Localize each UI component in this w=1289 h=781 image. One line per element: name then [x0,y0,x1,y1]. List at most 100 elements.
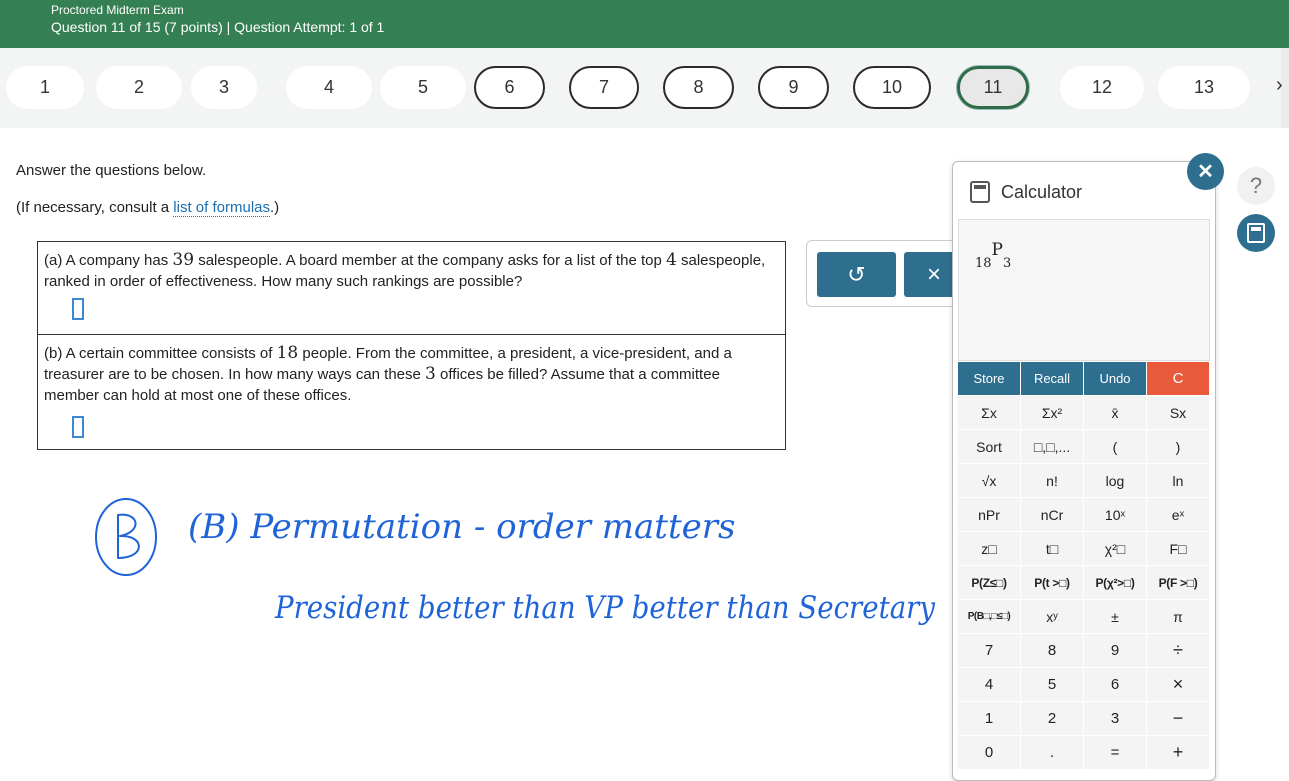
calculator-key[interactable]: n! [1021,464,1084,498]
instructions: Answer the questions below. [16,162,207,179]
calculator-key-row: Sort □,□,...() [958,430,1210,464]
close-calculator-button[interactable]: ✕ [1187,153,1224,190]
calculator-key[interactable]: Sx [1147,396,1210,430]
question-nav-button[interactable]: 4 [286,66,372,109]
calculator-key-row: 4 5 6 × [958,668,1210,702]
calculator-key[interactable]: 7 [958,634,1021,668]
calculator-key[interactable]: Undo [1084,362,1147,396]
calculator-key[interactable]: Σx² [1021,396,1084,430]
help-button[interactable]: ? [1237,167,1275,205]
calculator-key[interactable]: × [1147,668,1210,702]
calculator-key[interactable]: ( [1084,430,1147,464]
calculator-key[interactable]: x̄ [1084,396,1147,430]
question-nav-button[interactable]: 11 [957,66,1029,109]
calculator-key[interactable]: Sort [958,430,1021,464]
question-nav-button[interactable]: 9 [758,66,829,109]
calculator-key-row: z□ t□ χ²□ F□ [958,532,1210,566]
question-nav-button[interactable]: 10 [853,66,931,109]
calculator-key[interactable]: = [1084,736,1147,770]
question-nav-button[interactable]: 1 [6,66,84,109]
calculator-key[interactable]: 8 [1021,634,1084,668]
calculator-key[interactable]: xʸ [1021,600,1084,634]
calculator-key[interactable]: P(F >□) [1147,566,1210,600]
calculator-key-row: 7 8 9 ÷ [958,634,1210,668]
question-nav-button[interactable]: 8 [663,66,734,109]
calculator-toggle-button[interactable] [1237,214,1275,252]
calculator-key[interactable]: 5 [1021,668,1084,702]
calculator-key[interactable]: ) [1147,430,1210,464]
formulas-link[interactable]: list of formulas [173,199,270,217]
question-info: Question 11 of 15 (7 points) | Question … [51,19,385,35]
calculator-key[interactable]: □,□,... [1021,430,1084,464]
handwriting-line-2: President better than VP better than Sec… [274,590,935,626]
calculator-key[interactable]: log [1084,464,1147,498]
calculator-display: 18P3 [958,219,1210,361]
part-b-text: (b) A certain committee consists of 18 p… [44,343,732,404]
calculator-key[interactable]: . [1021,736,1084,770]
calculator-key-row: nPr nCr 10ˣ eˣ [958,498,1210,532]
calculator-icon [1247,223,1265,243]
calculator-key[interactable]: P(B□,□≤□) [958,600,1021,634]
display-expression: 18P3 [975,240,1012,271]
calculator-key[interactable]: z□ [958,532,1021,566]
question-part-a: (a) A company has 39 salespeople. A boar… [37,241,786,335]
calculator-key[interactable]: P(Z≤□) [958,566,1021,600]
close-icon: × [926,260,941,288]
calculator-title: Calculator [1001,182,1083,202]
calculator-key[interactable]: 0 [958,736,1021,770]
calculator-key[interactable]: F□ [1147,532,1210,566]
calculator-key[interactable]: Store [958,362,1021,396]
calculator-keypad: Store Recall Undo C Σx Σx² x̄ Sx Sort □,□,...() √x… [958,362,1210,770]
calculator-key[interactable]: 6 [1084,668,1147,702]
question-part-b: (b) A certain committee consists of 18 p… [37,334,786,450]
calculator-key[interactable]: ÷ [1147,634,1210,668]
calculator-key[interactable]: Recall [1021,362,1084,396]
calculator-key[interactable]: P(t >□) [1021,566,1084,600]
calculator-key[interactable]: ln [1147,464,1210,498]
calculator-key[interactable]: t□ [1021,532,1084,566]
undo-button[interactable]: ↺ [817,252,896,297]
calculator-key[interactable]: 2 [1021,702,1084,736]
close-icon: ✕ [1197,161,1214,183]
calculator-key[interactable]: π [1147,600,1210,634]
calculator-key[interactable]: χ²□ [1084,532,1147,566]
calculator-key[interactable]: ± [1084,600,1147,634]
consult-formulas: (If necessary, consult a list of formula… [16,199,280,217]
calculator-key[interactable]: nPr [958,498,1021,532]
calculator-key-row: P(B□,□≤□) xʸ ± π [958,600,1210,634]
calculator-key[interactable]: nCr [1021,498,1084,532]
answer-tools: ↺ × [806,240,966,307]
calculator-key-row: Store Recall Undo C [958,362,1210,396]
calculator-key-row: 0. = + [958,736,1210,770]
answer-input-a[interactable] [72,298,84,320]
exam-header: Proctored Midterm Exam Question 11 of 15… [0,0,1289,48]
calculator-key[interactable]: + [1147,736,1210,770]
calculator-key[interactable]: Σx [958,396,1021,430]
answer-input-b[interactable] [72,416,84,438]
chevron-right-icon[interactable]: › [1276,74,1283,97]
calculator-key-row: Σx Σx² x̄ Sx [958,396,1210,430]
letter-b-stroke [117,513,140,559]
calculator-key-row: √x n! log ln [958,464,1210,498]
question-nav-button[interactable]: 2 [96,66,182,109]
exam-title: Proctored Midterm Exam [51,3,184,17]
question-nav-button[interactable]: 6 [474,66,545,109]
question-nav-button[interactable]: 13 [1158,66,1250,109]
calculator-key[interactable]: 1 [958,702,1021,736]
calculator-key[interactable]: P(χ²>□) [1084,566,1147,600]
calculator-key[interactable]: eˣ [1147,498,1210,532]
part-a-text: (a) A company has 39 salespeople. A boar… [44,250,766,290]
calculator-key[interactable]: − [1147,702,1210,736]
calculator-key[interactable]: 4 [958,668,1021,702]
calculator-key[interactable]: 9 [1084,634,1147,668]
calculator-key[interactable]: 10ˣ [1084,498,1147,532]
calculator-key[interactable]: 3 [1084,702,1147,736]
calculator-key[interactable]: C [1147,362,1210,396]
question-nav-button[interactable]: 5 [380,66,466,109]
undo-icon: ↺ [847,261,866,287]
question-nav-button[interactable]: 3 [191,66,257,109]
calculator-icon [970,181,990,203]
calculator-key[interactable]: √x [958,464,1021,498]
question-nav-button[interactable]: 7 [569,66,639,109]
question-nav-button[interactable]: 12 [1060,66,1144,109]
